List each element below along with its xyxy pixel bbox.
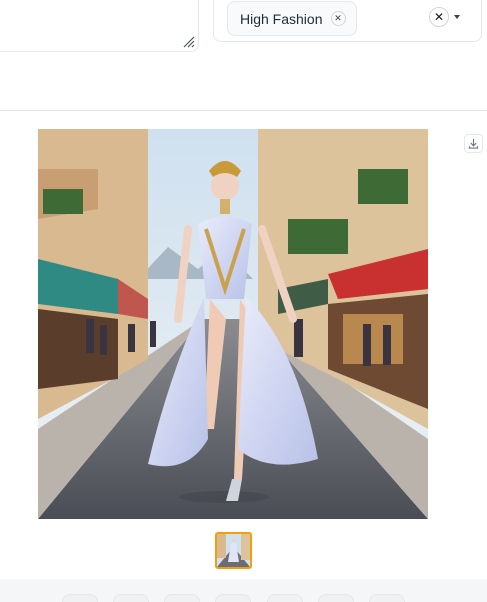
action-button[interactable]: [215, 594, 251, 602]
style-tag-selector[interactable]: High Fashion ✕ ✕: [213, 0, 482, 42]
app-page: High Fashion ✕ ✕: [0, 0, 487, 602]
action-button[interactable]: [267, 594, 303, 602]
action-button[interactable]: [318, 594, 354, 602]
prompt-textarea[interactable]: [0, 0, 199, 52]
download-button[interactable]: [464, 134, 483, 153]
selector-controls: ✕: [429, 7, 460, 27]
action-button[interactable]: [369, 594, 405, 602]
resize-handle-icon[interactable]: [183, 36, 195, 48]
action-button[interactable]: [164, 594, 200, 602]
gallery-thumbnail[interactable]: [215, 532, 252, 569]
download-icon: [468, 138, 479, 149]
chevron-down-icon[interactable]: [454, 15, 460, 19]
section-divider: [0, 110, 487, 111]
tag-chip-label: High Fashion: [240, 10, 323, 27]
remove-tag-icon[interactable]: ✕: [330, 11, 346, 26]
action-button[interactable]: [62, 594, 98, 602]
action-button[interactable]: [113, 594, 149, 602]
tag-chip: High Fashion ✕: [227, 1, 357, 36]
generated-image[interactable]: [38, 129, 428, 519]
close-icon[interactable]: ✕: [429, 7, 449, 27]
